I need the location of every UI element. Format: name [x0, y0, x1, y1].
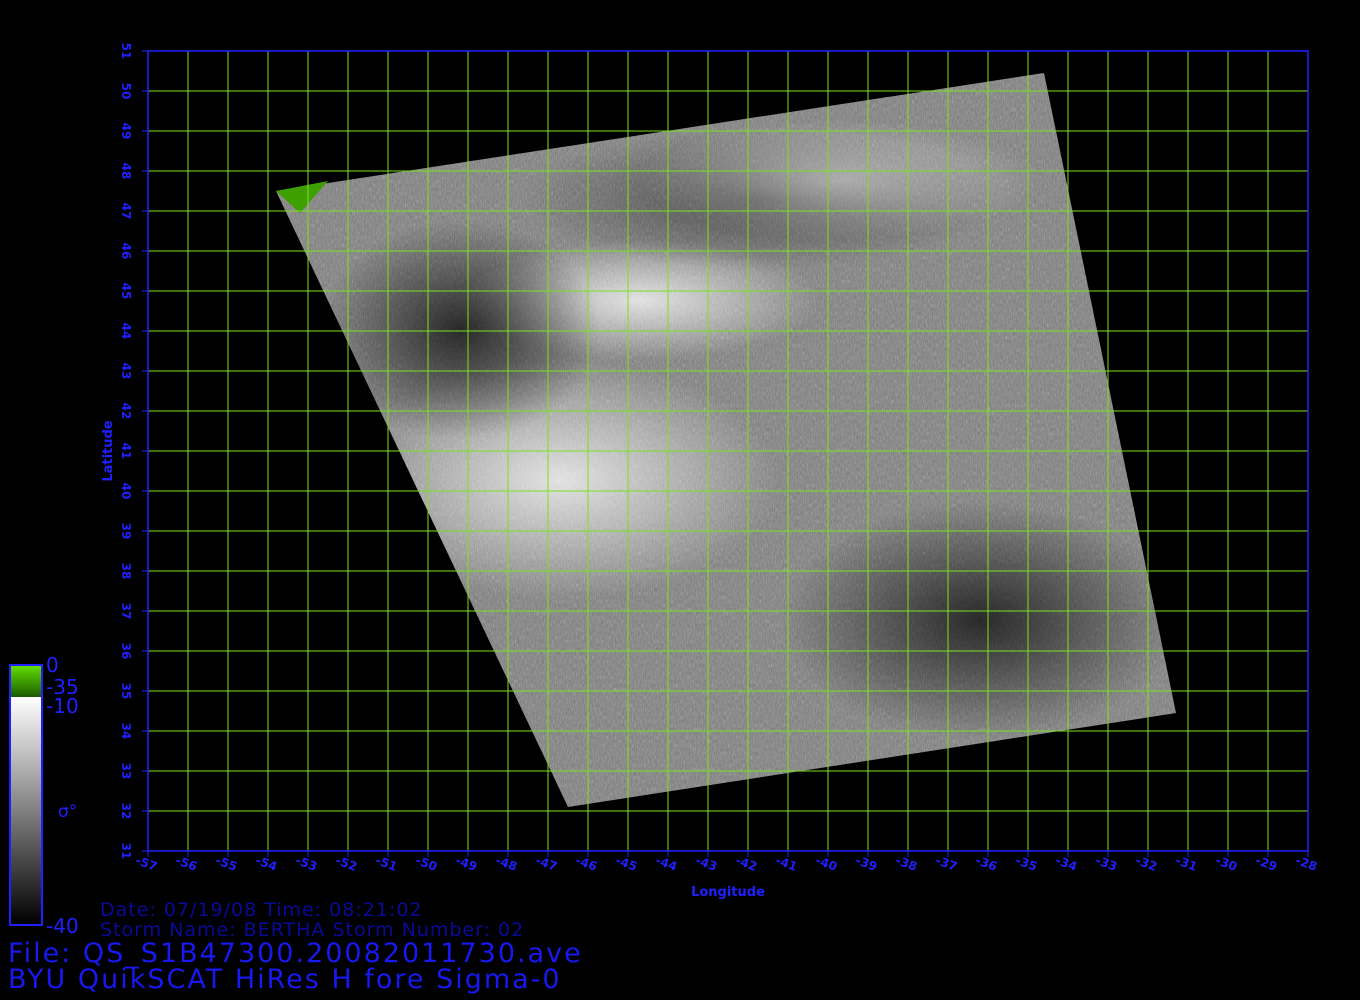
x-tick-label: -35 [1014, 853, 1039, 874]
x-tick-label: -29 [1254, 853, 1279, 874]
longitude-tick-labels: -57 -56 -55 -54 -53 -52 -51 -50 -49 -48 -47 -46 -45-… [134, 851, 1319, 874]
map-canvas: -57 -56 -55 -54 -53 -52 -51 -50 -49 -48 -47 -46 -45-… [9, 43, 1319, 926]
x-tick-label: -39 [854, 853, 879, 874]
x-tick-label: -45 [614, 853, 639, 874]
x-tick-label: -54 [254, 853, 279, 874]
x-tick-label: -56 [174, 853, 199, 874]
x-tick-label: -43 [694, 853, 719, 874]
x-tick-label: -40 [814, 853, 839, 874]
x-tick-label: -28 [1294, 853, 1319, 874]
colorbar-label-gray-top: -10 [46, 694, 79, 718]
x-tick-label: -33 [1094, 853, 1119, 874]
x-tick-label: -34 [1054, 853, 1079, 874]
x-tick-label: -50 [414, 853, 439, 874]
colorbar-label-top: 0 [46, 653, 59, 677]
colorbar-gray-segment [10, 697, 42, 925]
y-tick-label: 40 [119, 483, 133, 500]
x-tick-label: -55 [214, 853, 239, 874]
x-tick-label: -46 [574, 853, 599, 874]
y-tick-label: 47 [119, 203, 133, 220]
x-tick-label: -42 [734, 853, 759, 874]
x-tick-label: -30 [1214, 853, 1239, 874]
y-tick-label: 42 [119, 403, 133, 420]
x-tick-label: -49 [454, 853, 479, 874]
y-tick-label: 50 [119, 83, 133, 100]
y-tick-label: 34 [119, 723, 133, 740]
x-tick-label: -48 [494, 853, 519, 874]
y-tick-label: 31 [119, 843, 133, 860]
x-tick-label: -41 [774, 853, 799, 874]
date-time-line: Date: 07/19/08 Time: 08:21:02 [100, 899, 423, 921]
x-tick-label: -51 [374, 853, 399, 874]
x-tick-label: -52 [334, 853, 359, 874]
y-tick-label: 43 [119, 363, 133, 380]
x-axis-label: Longitude [691, 885, 765, 900]
colorbar-green-segment [10, 665, 42, 697]
y-tick-label: 32 [119, 803, 133, 820]
colorbar-symbol: σ° [58, 802, 78, 822]
y-tick-label: 48 [119, 163, 133, 180]
lat-lon-grid [148, 51, 1308, 851]
x-tick-label: -31 [1174, 853, 1199, 874]
y-tick-label: 45 [119, 283, 133, 300]
colorbar-label-bottom: -40 [46, 914, 79, 938]
y-tick-label: 38 [119, 563, 133, 580]
y-tick-label: 51 [119, 43, 133, 60]
y-tick-label: 46 [119, 243, 133, 260]
y-tick-label: 44 [119, 323, 133, 340]
y-tick-label: 36 [119, 643, 133, 660]
x-tick-label: -32 [1134, 853, 1159, 874]
x-tick-label: -53 [294, 853, 319, 874]
y-tick-label: 39 [119, 523, 133, 540]
x-tick-label: -38 [894, 853, 919, 874]
x-tick-label: -57 [134, 853, 159, 874]
x-tick-label: -36 [974, 853, 999, 874]
title-line: BYU QuikSCAT HiRes H fore Sigma-0 [8, 964, 562, 995]
y-tick-label: 35 [119, 683, 133, 700]
y-tick-label: 41 [119, 443, 133, 460]
latitude-tick-labels: 31 32 33 34 35 36 37 38 39 40 41 42 43 44 45 46 47 48 49 50… [119, 43, 148, 860]
x-tick-label: -47 [534, 853, 559, 874]
y-tick-label: 49 [119, 123, 133, 140]
scatterometer-swath [276, 73, 1176, 807]
x-tick-label: -44 [654, 853, 679, 874]
y-tick-label: 37 [119, 603, 133, 620]
y-axis-label: Latitude [101, 420, 116, 482]
x-tick-label: -37 [934, 853, 959, 874]
y-tick-label: 33 [119, 763, 133, 780]
colorbar [9, 664, 43, 926]
